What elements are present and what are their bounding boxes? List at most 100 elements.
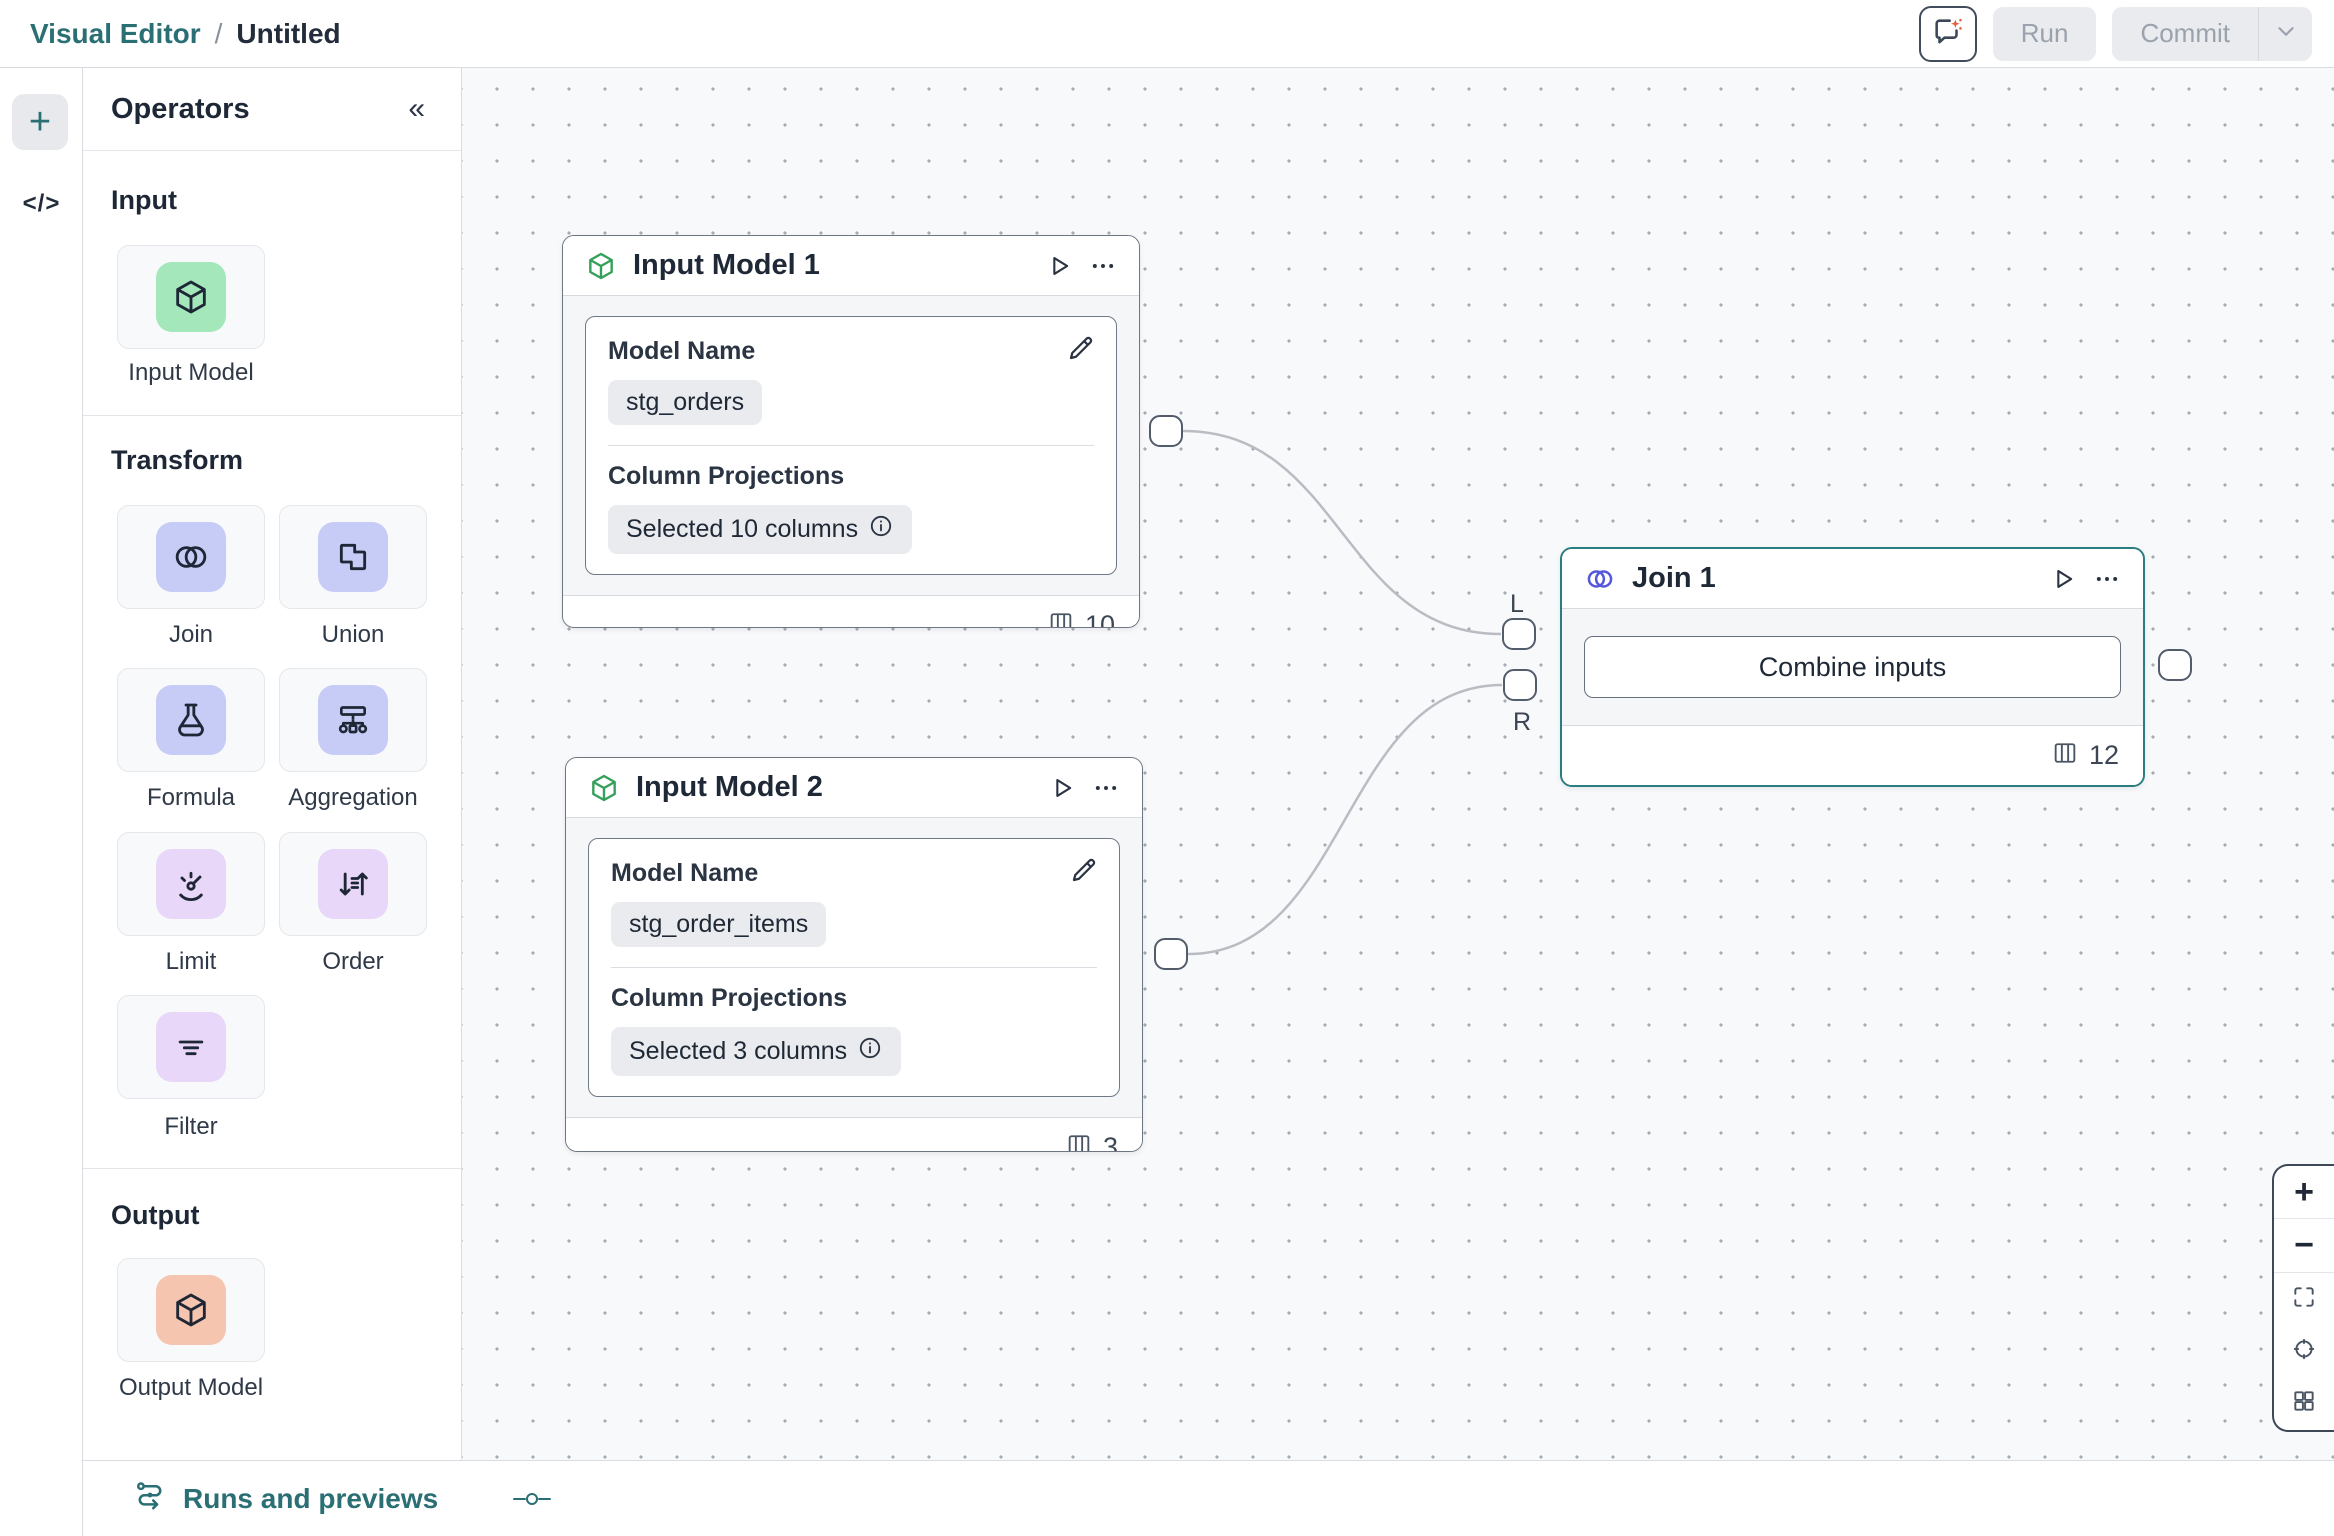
node-footer: 10	[563, 595, 1139, 628]
flask-icon	[156, 685, 226, 755]
fit-view-button[interactable]	[2274, 1272, 2334, 1325]
node-title: Input Model 2	[636, 771, 1032, 804]
section-label-input: Input	[111, 185, 177, 216]
minimap-button[interactable]	[2274, 1378, 2334, 1430]
operators-panel-title: Operators	[111, 93, 250, 126]
play-icon[interactable]	[2049, 565, 2077, 593]
node-footer: 12	[1562, 725, 2143, 785]
runs-and-previews-label: Runs and previews	[183, 1483, 438, 1515]
model-name-label: Model Name	[611, 859, 1097, 888]
bottom-bar: Runs and previews	[83, 1460, 2334, 1536]
runs-and-previews-button[interactable]: Runs and previews	[133, 1478, 438, 1519]
node-join-1[interactable]: Join 1 Combine inputs 12	[1560, 547, 2145, 787]
breadcrumb-separator: /	[215, 18, 223, 50]
cube-icon	[156, 262, 226, 332]
operators-panel-header: Operators «	[83, 68, 461, 151]
operator-union[interactable]	[279, 505, 427, 609]
node-config-card: Model Name stg_order_items Column Projec…	[588, 838, 1120, 1097]
route-icon	[133, 1478, 167, 1519]
model-name-chip: stg_orders	[608, 380, 762, 425]
run-button[interactable]: Run	[1993, 7, 2097, 61]
operator-formula[interactable]	[117, 668, 265, 772]
join-left-input-handle[interactable]	[1502, 618, 1536, 650]
filter-lines-icon	[156, 1012, 226, 1082]
canvas-zoom-controls: + −	[2272, 1164, 2334, 1432]
join-right-port-label: R	[1513, 708, 1531, 737]
node-title: Input Model 1	[633, 249, 1029, 282]
node-header: Join 1	[1562, 549, 2143, 609]
operator-label: Union	[253, 621, 453, 649]
section-divider	[83, 415, 461, 416]
cube-icon	[156, 1275, 226, 1345]
zoom-in-button[interactable]: +	[2274, 1166, 2334, 1218]
node-config-card: Model Name stg_orders Column Projections…	[585, 316, 1117, 575]
field-divider	[608, 445, 1094, 446]
operator-limit[interactable]	[117, 832, 265, 936]
columns-icon	[1047, 609, 1075, 628]
output-handle-input-model-1[interactable]	[1149, 415, 1183, 447]
node-title: Join 1	[1632, 562, 2033, 595]
breadcrumb-app-link[interactable]: Visual Editor	[30, 18, 201, 50]
top-bar: Visual Editor / Untitled Run Commit	[0, 0, 2334, 68]
locate-button[interactable]	[2274, 1325, 2334, 1377]
code-view-button[interactable]: </>	[0, 190, 83, 218]
operator-label: Aggregation	[253, 784, 453, 812]
operator-aggregation[interactable]	[279, 668, 427, 772]
union-shapes-icon	[318, 522, 388, 592]
operator-join[interactable]	[117, 505, 265, 609]
ellipsis-menu-icon[interactable]	[1092, 774, 1120, 802]
grid-icon	[2291, 1384, 2317, 1423]
gauge-icon	[156, 849, 226, 919]
add-operator-button[interactable]: +	[12, 94, 68, 150]
columns-icon	[1065, 1131, 1093, 1152]
collapse-panel-button[interactable]: «	[408, 92, 423, 126]
operator-order[interactable]	[279, 832, 427, 936]
field-divider	[611, 967, 1097, 968]
operator-output-model[interactable]	[117, 1258, 265, 1362]
ellipsis-menu-icon[interactable]	[2093, 565, 2121, 593]
output-handle-join-1[interactable]	[2158, 649, 2192, 681]
join-right-input-handle[interactable]	[1503, 669, 1537, 701]
operator-input-model[interactable]	[117, 245, 265, 349]
chat-sparkles-icon	[1931, 15, 1965, 52]
play-icon[interactable]	[1048, 774, 1076, 802]
operator-label: Input Model	[91, 359, 291, 387]
projections-value: Selected 10 columns	[626, 515, 858, 544]
join-left-port-label: L	[1510, 590, 1524, 619]
projections-value: Selected 3 columns	[629, 1037, 847, 1066]
edit-pencil-icon[interactable]	[1066, 333, 1096, 368]
output-handle-input-model-2[interactable]	[1154, 938, 1188, 970]
operator-label: Order	[253, 948, 453, 976]
node-body: Model Name stg_order_items Column Projec…	[566, 818, 1142, 1117]
commit-split-button: Commit	[2112, 7, 2312, 61]
combine-inputs-button[interactable]: Combine inputs	[1584, 636, 2121, 698]
column-projections-chip[interactable]: Selected 3 columns	[611, 1027, 901, 1076]
operators-panel: Operators « Input Input Model Transform …	[83, 68, 462, 1460]
node-body: Combine inputs	[1562, 609, 2143, 725]
node-body: Model Name stg_orders Column Projections…	[563, 296, 1139, 595]
ellipsis-menu-icon[interactable]	[1089, 252, 1117, 280]
model-name-chip: stg_order_items	[611, 902, 826, 947]
zoom-out-button[interactable]: −	[2274, 1218, 2334, 1271]
node-input-model-2[interactable]: Input Model 2 Model Name stg_order_items…	[565, 757, 1143, 1152]
edit-pencil-icon[interactable]	[1069, 855, 1099, 890]
fullscreen-icon	[2291, 1280, 2317, 1319]
ai-assistant-button[interactable]	[1919, 6, 1977, 62]
column-projections-chip[interactable]: Selected 10 columns	[608, 505, 912, 554]
info-icon	[857, 1035, 883, 1068]
column-count: 12	[2089, 740, 2119, 771]
node-header: Input Model 1	[563, 236, 1139, 296]
column-count: 3	[1103, 1132, 1118, 1152]
operator-label: Output Model	[91, 1374, 291, 1402]
column-count: 10	[1085, 610, 1115, 628]
section-label-transform: Transform	[111, 445, 243, 476]
play-icon[interactable]	[1045, 252, 1073, 280]
section-divider	[83, 1168, 461, 1169]
commit-button[interactable]: Commit	[2112, 7, 2258, 61]
operator-filter[interactable]	[117, 995, 265, 1099]
preview-toggle-icon[interactable]	[512, 1491, 552, 1507]
model-name-label: Model Name	[608, 337, 1094, 366]
commit-options-button[interactable]	[2258, 7, 2312, 61]
cube-icon	[588, 772, 620, 804]
node-input-model-1[interactable]: Input Model 1 Model Name stg_orders Colu…	[562, 235, 1140, 628]
